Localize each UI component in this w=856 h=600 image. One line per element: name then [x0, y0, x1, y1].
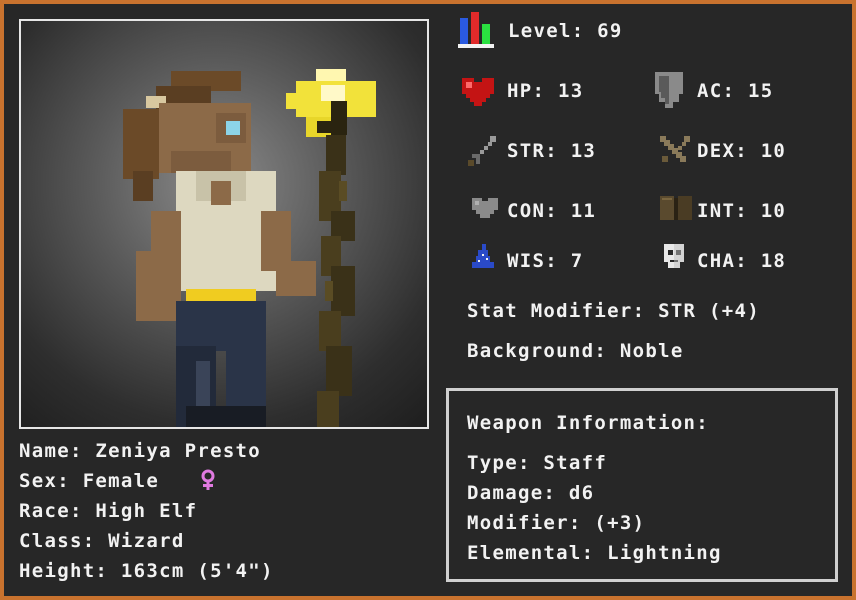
staff-shaft: [317, 135, 355, 427]
grey-heart-icon: [472, 198, 498, 218]
hp-label: HP: 13: [507, 80, 584, 102]
class-label: Class: Wizard: [19, 530, 185, 552]
str-label: STR: 13: [507, 140, 597, 162]
weapon-modifier-label: Modifier: (+3): [467, 512, 646, 534]
book-icon: [660, 196, 692, 220]
bar-chart-icon: [458, 12, 494, 48]
sex-label: Sex: Female: [19, 470, 160, 492]
sword-icon: [468, 136, 496, 166]
trousers: [176, 301, 266, 427]
wizard-sprite: [123, 69, 376, 427]
name-label: Name: Zeniya Presto: [19, 440, 262, 462]
con-label: CON: 11: [507, 200, 597, 222]
dex-label: DEX: 10: [697, 140, 787, 162]
wizard-hat-icon: [472, 244, 494, 268]
wis-label: WIS: 7: [507, 250, 584, 272]
weapon-elemental-label: Elemental: Lightning: [467, 542, 722, 564]
weapon-damage-label: Damage: d6: [467, 482, 595, 504]
ac-label: AC: 15: [697, 80, 774, 102]
female-symbol-icon: [201, 469, 215, 490]
cha-label: CHA: 18: [697, 250, 787, 272]
race-label: Race: High Elf: [19, 500, 198, 522]
level-label: Level: 69: [508, 20, 623, 42]
shield-icon: [655, 72, 683, 108]
face: [159, 103, 251, 173]
int-label: INT: 10: [697, 200, 787, 222]
character-portrait: [19, 19, 429, 429]
weapon-info-panel: Weapon Information: Type: Staff Damage: …: [446, 388, 838, 582]
background-label: Background: Noble: [467, 340, 684, 362]
weapon-info-title: Weapon Information:: [467, 412, 710, 434]
mask-icon: [664, 244, 684, 268]
crossed-daggers-icon: [660, 136, 690, 162]
heart-icon: [462, 78, 494, 106]
stat-modifier-label: Stat Modifier: STR (+4): [467, 300, 760, 322]
height-label: Height: 163cm (5'4"): [19, 560, 274, 582]
staff-orb: [286, 69, 376, 137]
belt: [186, 289, 256, 301]
weapon-type-label: Type: Staff: [467, 452, 608, 474]
character-sheet: Name: Zeniya Presto Sex: Female Race: Hi…: [4, 4, 852, 596]
